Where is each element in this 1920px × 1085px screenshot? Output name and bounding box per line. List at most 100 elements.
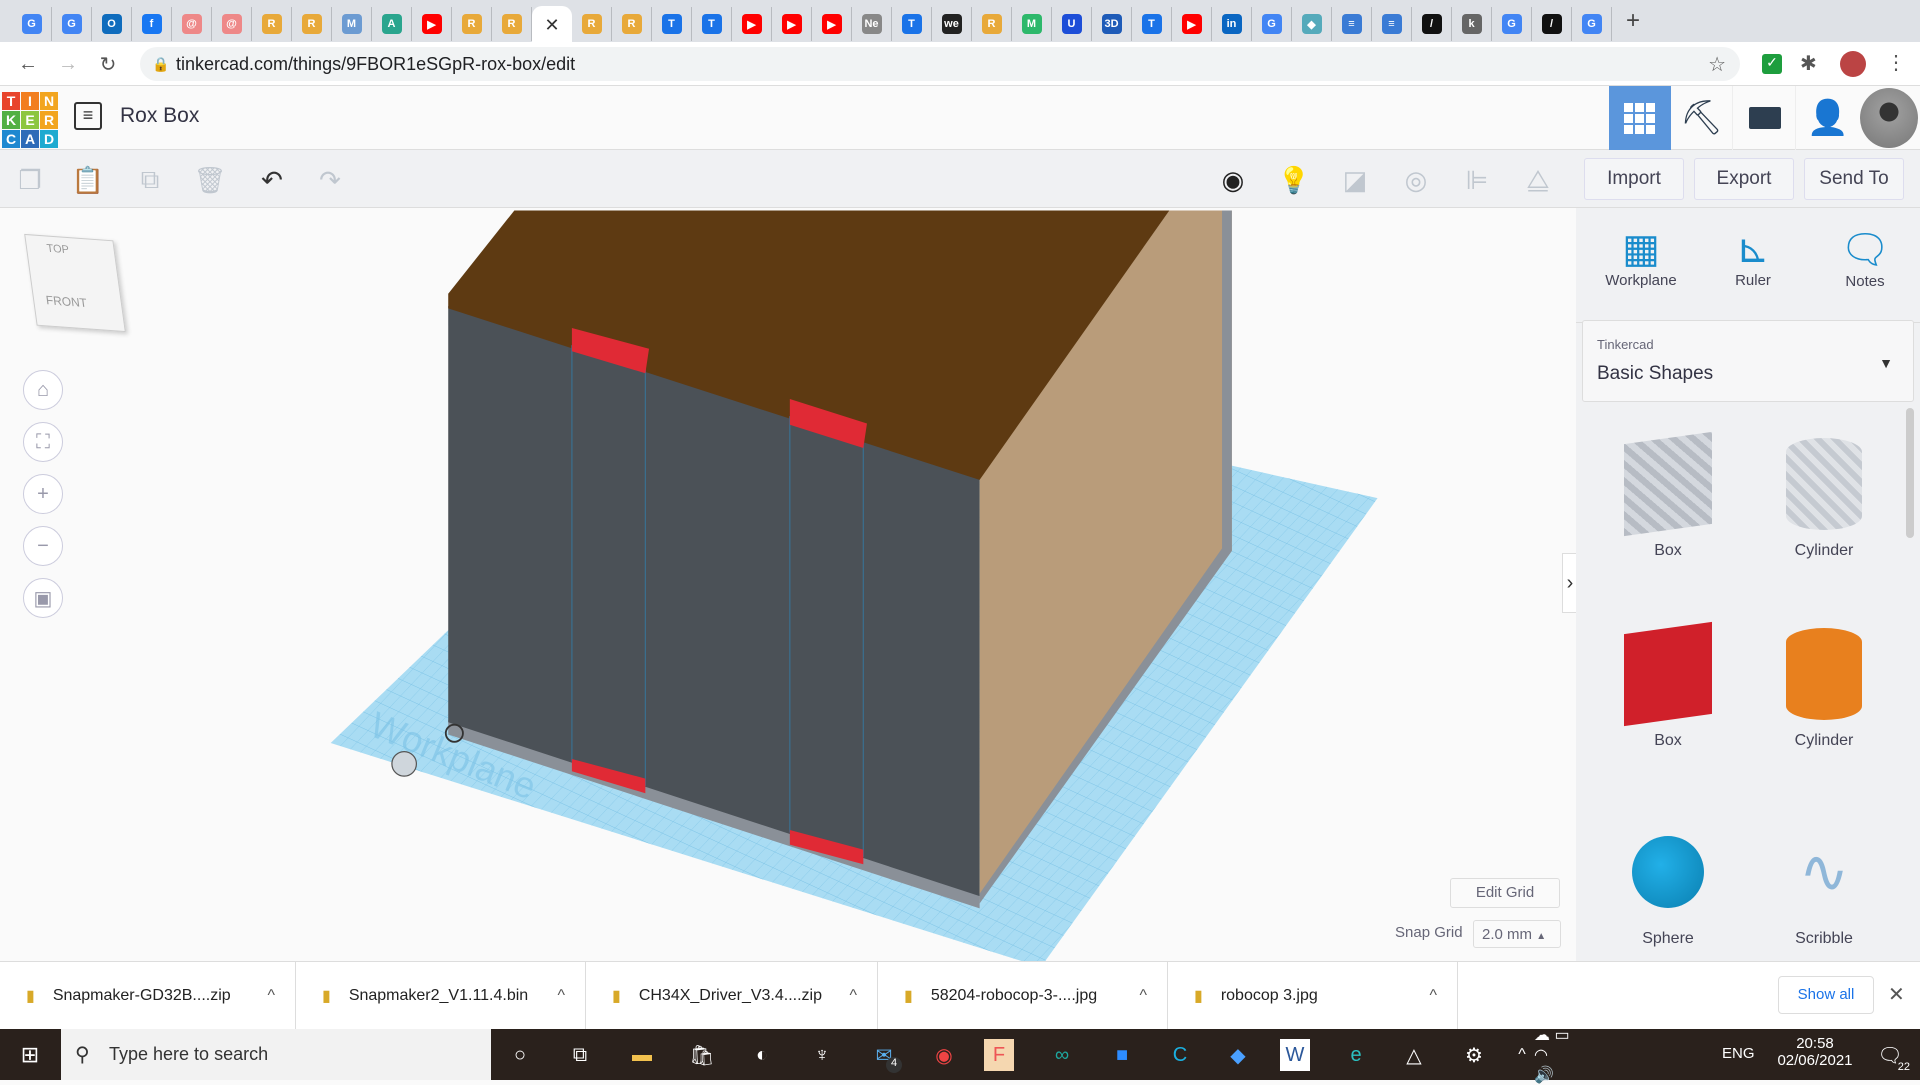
browser-tab[interactable]: ◆ [1292, 7, 1332, 41]
close-downloads-icon[interactable]: ✕ [1888, 982, 1905, 1007]
user-avatar[interactable] [1860, 88, 1918, 148]
panel-collapse-toggle[interactable]: › [1562, 553, 1576, 613]
browser-tab[interactable]: G [12, 7, 52, 41]
send-to-button[interactable]: Send To [1804, 158, 1904, 200]
home-view-button[interactable]: ⌂ [23, 370, 63, 410]
browser-tab[interactable]: M [1012, 7, 1052, 41]
browser-tab[interactable]: k [1452, 7, 1492, 41]
view-cube-front[interactable]: FRONT [45, 293, 88, 310]
new-tab-button[interactable]: + [1626, 7, 1640, 35]
browser-tab[interactable]: ▶ [412, 7, 452, 41]
panel-scrollbar[interactable] [1906, 408, 1914, 538]
browser-tab[interactable]: U [1052, 7, 1092, 41]
show-all-downloads-button[interactable]: Show all [1778, 976, 1874, 1014]
design-title[interactable]: Rox Box [120, 104, 199, 128]
cortana-icon[interactable]: ○ [502, 1037, 538, 1073]
browser-tab[interactable]: in [1212, 7, 1252, 41]
browser-tab[interactable]: ▶ [812, 7, 852, 41]
taskbar-search-input[interactable]: ⚲ Type here to search [61, 1029, 491, 1080]
view-show-all-icon[interactable]: ◉ [1213, 160, 1253, 200]
mirror-icon[interactable]: ⧋ [1518, 160, 1558, 200]
browser-tab[interactable]: Ne [852, 7, 892, 41]
browser-tab[interactable]: G [52, 7, 92, 41]
ruler-tool[interactable]: ⊾ Ruler [1698, 226, 1808, 289]
windows-start-icon[interactable]: ⊞ [12, 1037, 48, 1073]
browser-tab[interactable]: ▶ [772, 7, 812, 41]
zoom-out-button[interactable]: − [23, 526, 63, 566]
shape-box-red[interactable]: Box [1593, 621, 1743, 750]
download-item[interactable]: ▮ CH34X_Driver_V3.4....zip ^ [586, 962, 878, 1030]
browser-tab[interactable]: G [1572, 7, 1612, 41]
browser-tab[interactable]: T [692, 7, 732, 41]
tinkercad-logo[interactable]: TIN KER CAD [2, 92, 58, 148]
chevron-up-icon[interactable]: ^ [1139, 987, 1147, 1005]
snap-grid-select[interactable]: 2.0 mm ▲ [1473, 920, 1561, 948]
3d-viewport[interactable]: Workplane TOP FRONT ⌂ ⛶ + − ▣ Edit Grid … [0, 208, 1576, 961]
shape-cylinder-gray[interactable]: Cylinder [1749, 438, 1899, 560]
browser-tab[interactable]: ≡ [1372, 7, 1412, 41]
chrome-icon[interactable]: ◉ [926, 1037, 962, 1073]
shape-cylinder-orange[interactable]: Cylinder [1749, 628, 1899, 750]
browser-tab[interactable]: ≡ [1332, 7, 1372, 41]
extensions-puzzle-icon[interactable]: ✱ [1800, 51, 1817, 76]
redo-icon[interactable]: ↷ [310, 160, 350, 200]
settings-icon[interactable]: ⚙ [1456, 1037, 1492, 1073]
chevron-up-icon[interactable]: ^ [1429, 987, 1437, 1005]
browser-tab[interactable]: T [652, 7, 692, 41]
delete-icon[interactable]: 🗑 [190, 160, 230, 200]
browser-tab[interactable]: R [292, 7, 332, 41]
notes-tool[interactable]: 🗨 Notes [1810, 226, 1920, 290]
browser-tab[interactable]: ▶ [732, 7, 772, 41]
fit-view-button[interactable]: ⛶ [23, 422, 63, 462]
zoom-in-button[interactable]: + [23, 474, 63, 514]
browser-tab[interactable]: ✕ [532, 6, 572, 44]
lightburn-icon[interactable]: ◆ [1220, 1037, 1256, 1073]
browser-tab[interactable]: G [1492, 7, 1532, 41]
duplicate-icon[interactable]: ⧉ [130, 160, 170, 200]
zoom-icon[interactable]: ■ [1104, 1037, 1140, 1073]
task-view-icon[interactable]: ⧉ [562, 1037, 598, 1073]
app-icon[interactable]: ♆ [804, 1037, 840, 1073]
browser-tab[interactable]: O [92, 7, 132, 41]
language-indicator[interactable]: ENG [1722, 1045, 1755, 1062]
browser-tab[interactable]: T [1132, 7, 1172, 41]
browser-tab[interactable]: 3D [1092, 7, 1132, 41]
extension-check-icon[interactable]: ✓ [1762, 54, 1782, 74]
perspective-button[interactable]: ▣ [23, 578, 63, 618]
fusion-icon[interactable]: F [984, 1039, 1014, 1071]
browser-tab[interactable]: @ [212, 7, 252, 41]
download-item[interactable]: ▮ 58204-robocop-3-....jpg ^ [878, 962, 1168, 1030]
browser-tab[interactable]: G [1252, 7, 1292, 41]
browser-menu-icon[interactable]: ⋮ [1886, 50, 1906, 75]
bricks-view-button[interactable] [1734, 86, 1796, 150]
align-icon[interactable]: ⊫ [1457, 160, 1497, 200]
browser-tab[interactable]: T [892, 7, 932, 41]
steam-icon[interactable]: ◐ [744, 1037, 780, 1073]
undo-icon[interactable]: ↶ [252, 160, 292, 200]
browser-tab[interactable]: @ [172, 7, 212, 41]
back-button[interactable]: ← [14, 50, 42, 78]
c-app-icon[interactable]: C [1162, 1037, 1198, 1073]
notification-center-icon[interactable]: 🗨 22 [1872, 1037, 1910, 1074]
copy-icon[interactable]: ❐ [10, 160, 50, 200]
group-icon[interactable]: ◪ [1335, 160, 1375, 200]
3d-design-view-button[interactable] [1609, 86, 1671, 150]
browser-tab[interactable]: R [492, 7, 532, 41]
export-button[interactable]: Export [1694, 158, 1794, 200]
browser-tab[interactable]: R [252, 7, 292, 41]
browser-tab[interactable]: M [332, 7, 372, 41]
edit-grid-button[interactable]: Edit Grid [1450, 878, 1560, 908]
browser-tab[interactable]: / [1532, 7, 1572, 41]
reload-button[interactable]: ↻ [94, 50, 122, 78]
download-item[interactable]: ▮ Snapmaker2_V1.11.4.bin ^ [296, 962, 586, 1030]
chevron-up-icon[interactable]: ^ [557, 987, 565, 1005]
browser-tab[interactable]: R [572, 7, 612, 41]
shape-library-select[interactable]: Tinkercad Basic Shapes ▼ [1582, 320, 1914, 402]
browser-tab[interactable]: ▶ [1172, 7, 1212, 41]
view-cube[interactable]: TOP FRONT [24, 233, 126, 333]
profile-avatar[interactable] [1840, 51, 1866, 77]
browser-tab[interactable]: / [1412, 7, 1452, 41]
shape-box-gray[interactable]: Box [1593, 431, 1743, 560]
url-input[interactable]: 🔒 tinkercad.com/things/9FBOR1eSGpR-rox-b… [140, 47, 1740, 81]
download-item[interactable]: ▮ Snapmaker-GD32B....zip ^ [0, 962, 296, 1030]
